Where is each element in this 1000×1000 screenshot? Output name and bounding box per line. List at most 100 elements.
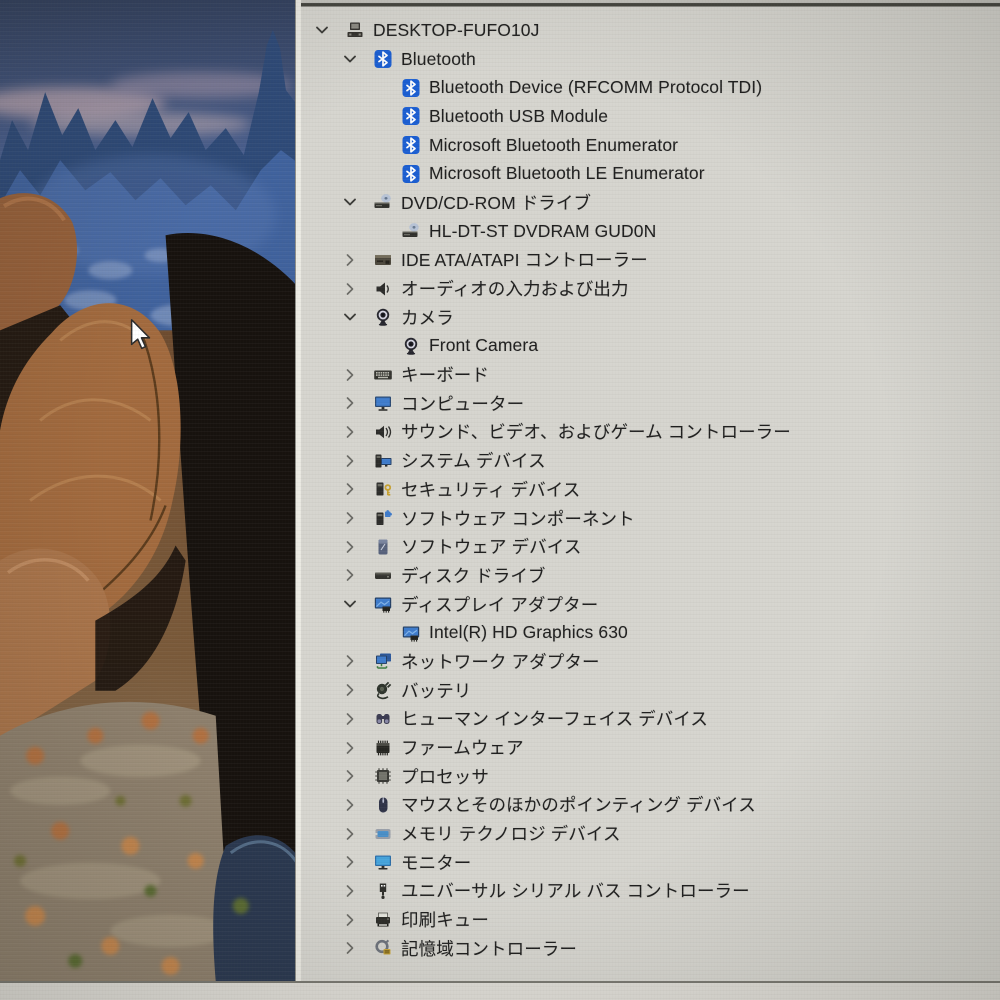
bluetooth-icon — [401, 78, 421, 98]
tree-item-label: 印刷キュー — [401, 910, 489, 931]
tree-item-label: Intel(R) HD Graphics 630 — [429, 622, 628, 643]
tree-item-label: カメラ — [401, 307, 454, 328]
print-queue-icon — [373, 910, 393, 930]
tree-item[interactable]: ソフトウェア デバイス — [301, 532, 1000, 561]
tree-item[interactable]: Intel(R) HD Graphics 630 — [301, 618, 1000, 647]
chevron-right-icon[interactable] — [337, 565, 363, 585]
chevron-right-icon[interactable] — [337, 709, 363, 729]
chevron-right-icon[interactable] — [337, 393, 363, 413]
tree-item[interactable]: IDE ATA/ATAPI コントローラー — [301, 246, 1000, 275]
tree-item-label: Microsoft Bluetooth LE Enumerator — [429, 163, 705, 184]
chevron-right-icon[interactable] — [337, 451, 363, 471]
tree-item[interactable]: Microsoft Bluetooth LE Enumerator — [301, 159, 1000, 188]
chevron-down-icon[interactable] — [337, 594, 363, 614]
device-tree[interactable]: DESKTOP-FUFO10J Bluetooth Bluetooth Devi… — [301, 9, 1000, 981]
chevron-right-icon[interactable] — [337, 766, 363, 786]
tree-item[interactable]: コンピューター — [301, 389, 1000, 418]
tree-item[interactable]: 印刷キュー — [301, 905, 1000, 934]
tree-item[interactable]: キーボード — [301, 360, 1000, 389]
chevron-right-icon[interactable] — [337, 508, 363, 528]
tree-item-label: プロセッサ — [401, 766, 489, 787]
chevron-down-icon[interactable] — [337, 49, 363, 69]
tree-item-label: ディスプレイ アダプター — [401, 594, 599, 615]
tree-item[interactable]: サウンド、ビデオ、およびゲーム コントローラー — [301, 418, 1000, 447]
tree-item[interactable]: DVD/CD-ROM ドライブ — [301, 188, 1000, 217]
tree-item[interactable]: システム デバイス — [301, 446, 1000, 475]
tree-item[interactable]: プロセッサ — [301, 762, 1000, 791]
expander-icon — [365, 623, 391, 643]
expander-icon — [365, 135, 391, 155]
window-bottom-border — [0, 981, 1000, 1000]
chevron-right-icon[interactable] — [337, 852, 363, 872]
chevron-right-icon[interactable] — [337, 910, 363, 930]
tree-item-label: セキュリティ デバイス — [401, 479, 581, 500]
tree-item-label: ファームウェア — [401, 738, 524, 759]
chevron-right-icon[interactable] — [337, 365, 363, 385]
tree-item[interactable]: Microsoft Bluetooth Enumerator — [301, 131, 1000, 160]
processor-icon — [373, 766, 393, 786]
software-components-icon — [373, 508, 393, 528]
camera-icon — [373, 307, 393, 327]
tree-item[interactable]: Front Camera — [301, 332, 1000, 361]
software-devices-icon — [373, 537, 393, 557]
storage-controller-icon — [373, 938, 393, 958]
chevron-right-icon[interactable] — [337, 651, 363, 671]
chevron-right-icon[interactable] — [337, 795, 363, 815]
tree-item[interactable]: バッテリ — [301, 676, 1000, 705]
tree-item-label: ソフトウェア コンポーネント — [401, 508, 635, 529]
tree-item[interactable]: メモリ テクノロジ デバイス — [301, 819, 1000, 848]
chevron-right-icon[interactable] — [337, 537, 363, 557]
tree-item[interactable]: ファームウェア — [301, 733, 1000, 762]
tree-item-label: Bluetooth USB Module — [429, 105, 609, 126]
tree-item[interactable]: ソフトウェア コンポーネント — [301, 504, 1000, 533]
network-adapter-icon — [373, 651, 393, 671]
tree-item[interactable]: ヒューマン インターフェイス デバイス — [301, 705, 1000, 734]
usb-controller-icon — [373, 881, 393, 901]
tree-item[interactable]: マウスとそのほかのポインティング デバイス — [301, 791, 1000, 820]
tree-item[interactable]: Bluetooth USB Module — [301, 102, 1000, 131]
tree-item-label: オーディオの入力および出力 — [401, 279, 629, 300]
tree-item[interactable]: モニター — [301, 848, 1000, 877]
tree-item-label: IDE ATA/ATAPI コントローラー — [401, 250, 648, 271]
tree-item-label: ユニバーサル シリアル バス コントローラー — [401, 881, 750, 902]
computer-root-icon — [345, 20, 365, 40]
tree-item[interactable]: 記憶域コントローラー — [301, 934, 1000, 963]
security-devices-icon — [373, 479, 393, 499]
tree-item[interactable]: DESKTOP-FUFO10J — [301, 16, 1000, 45]
tree-item[interactable]: セキュリティ デバイス — [301, 475, 1000, 504]
chevron-right-icon[interactable] — [337, 279, 363, 299]
firmware-icon — [373, 738, 393, 758]
tree-item-label: ソフトウェア デバイス — [401, 537, 582, 558]
tree-item-label: DESKTOP-FUFO10J — [373, 19, 540, 40]
tree-item-label: ディスク ドライブ — [401, 565, 546, 586]
chevron-right-icon[interactable] — [337, 881, 363, 901]
chevron-down-icon[interactable] — [337, 307, 363, 327]
chevron-right-icon[interactable] — [337, 738, 363, 758]
bluetooth-icon — [373, 49, 393, 69]
audio-io-icon — [373, 279, 393, 299]
tree-item[interactable]: ネットワーク アダプター — [301, 647, 1000, 676]
tree-item[interactable]: ディスプレイ アダプター — [301, 590, 1000, 619]
tree-item[interactable]: オーディオの入力および出力 — [301, 274, 1000, 303]
tree-item-label: キーボード — [401, 365, 489, 386]
chevron-right-icon[interactable] — [337, 479, 363, 499]
display-adapter-icon — [373, 594, 393, 614]
chevron-down-icon[interactable] — [309, 20, 335, 40]
chevron-down-icon[interactable] — [337, 192, 363, 212]
chevron-right-icon[interactable] — [337, 938, 363, 958]
chevron-right-icon[interactable] — [337, 250, 363, 270]
tree-item[interactable]: ユニバーサル シリアル バス コントローラー — [301, 877, 1000, 906]
tree-item[interactable]: ディスク ドライブ — [301, 561, 1000, 590]
tree-item[interactable]: HL-DT-ST DVDRAM GUD0N — [301, 217, 1000, 246]
disk-drive-icon — [373, 565, 393, 585]
chevron-right-icon[interactable] — [337, 680, 363, 700]
chevron-right-icon[interactable] — [337, 422, 363, 442]
tree-item[interactable]: Bluetooth Device (RFCOMM Protocol TDI) — [301, 73, 1000, 102]
tree-item[interactable]: カメラ — [301, 303, 1000, 332]
tree-item-label: コンピューター — [401, 393, 525, 414]
tree-item[interactable]: Bluetooth — [301, 45, 1000, 74]
chevron-right-icon[interactable] — [337, 824, 363, 844]
photographed-screen: DESKTOP-FUFO10J Bluetooth Bluetooth Devi… — [0, 0, 1000, 1000]
wallpaper-scenery-image — [0, 0, 301, 981]
tree-item-label: システム デバイス — [401, 451, 546, 472]
